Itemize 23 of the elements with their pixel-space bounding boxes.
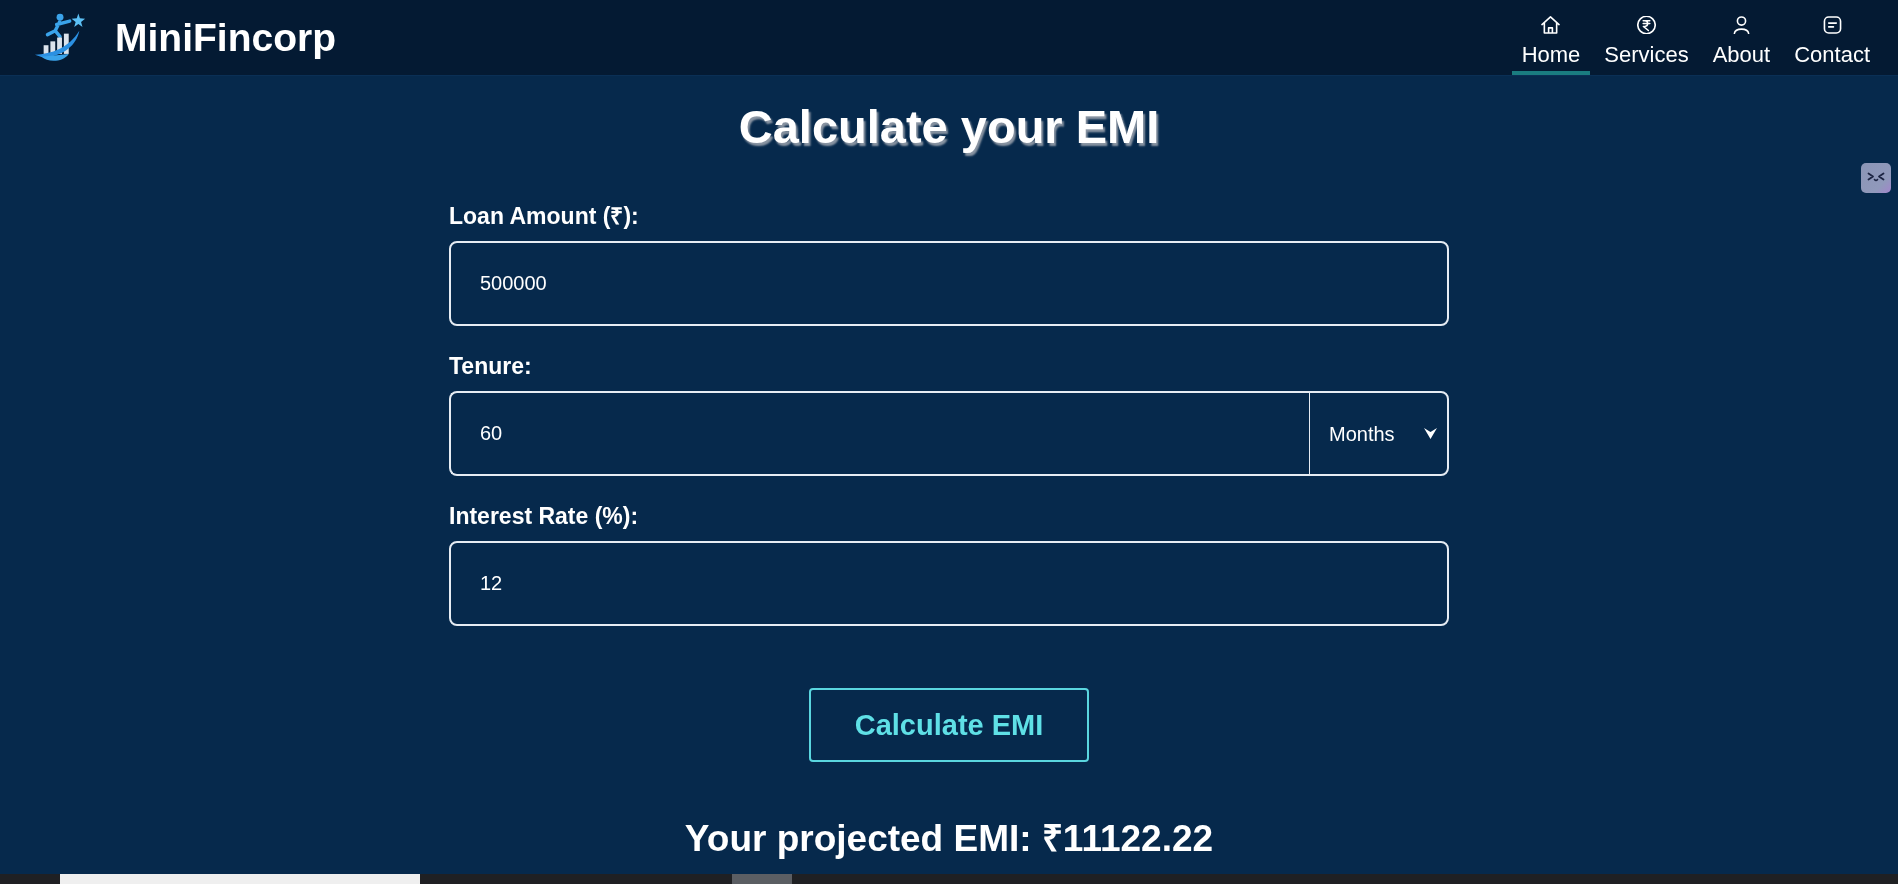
number-input[interactable]: 12 [449, 541, 1449, 626]
nav-link[interactable]: Services [1594, 0, 1699, 75]
brand-name: MiniFincorp [115, 14, 336, 61]
scrollbar-thumb[interactable] [60, 874, 420, 884]
field-label: Tenure: [449, 352, 532, 380]
nav-link[interactable]: Contact [1784, 0, 1880, 75]
bar-segment [732, 874, 792, 884]
note-icon [1822, 16, 1842, 34]
nav-link[interactable]: Home [1511, 0, 1591, 75]
rupee-icon [1637, 16, 1656, 34]
field-label: Loan Amount (₹): [449, 202, 639, 230]
page-title: Calculate your EMI [738, 103, 1160, 151]
emi-result: Your projected EMI: ₹11122.22 [684, 817, 1214, 861]
calculate-button[interactable]: Calculate EMI [809, 688, 1089, 762]
number-input[interactable]: 60 [449, 391, 1309, 476]
nav-link[interactable]: About [1702, 0, 1781, 75]
home-icon [1541, 16, 1561, 34]
squint-face-icon[interactable] [1861, 163, 1891, 193]
chevron-down-icon [1424, 428, 1437, 439]
field-label: Interest Rate (%): [449, 502, 639, 530]
person-icon [1731, 16, 1751, 34]
number-input[interactable]: 500000 [449, 241, 1449, 326]
unit-dropdown[interactable]: Months [1309, 391, 1449, 476]
